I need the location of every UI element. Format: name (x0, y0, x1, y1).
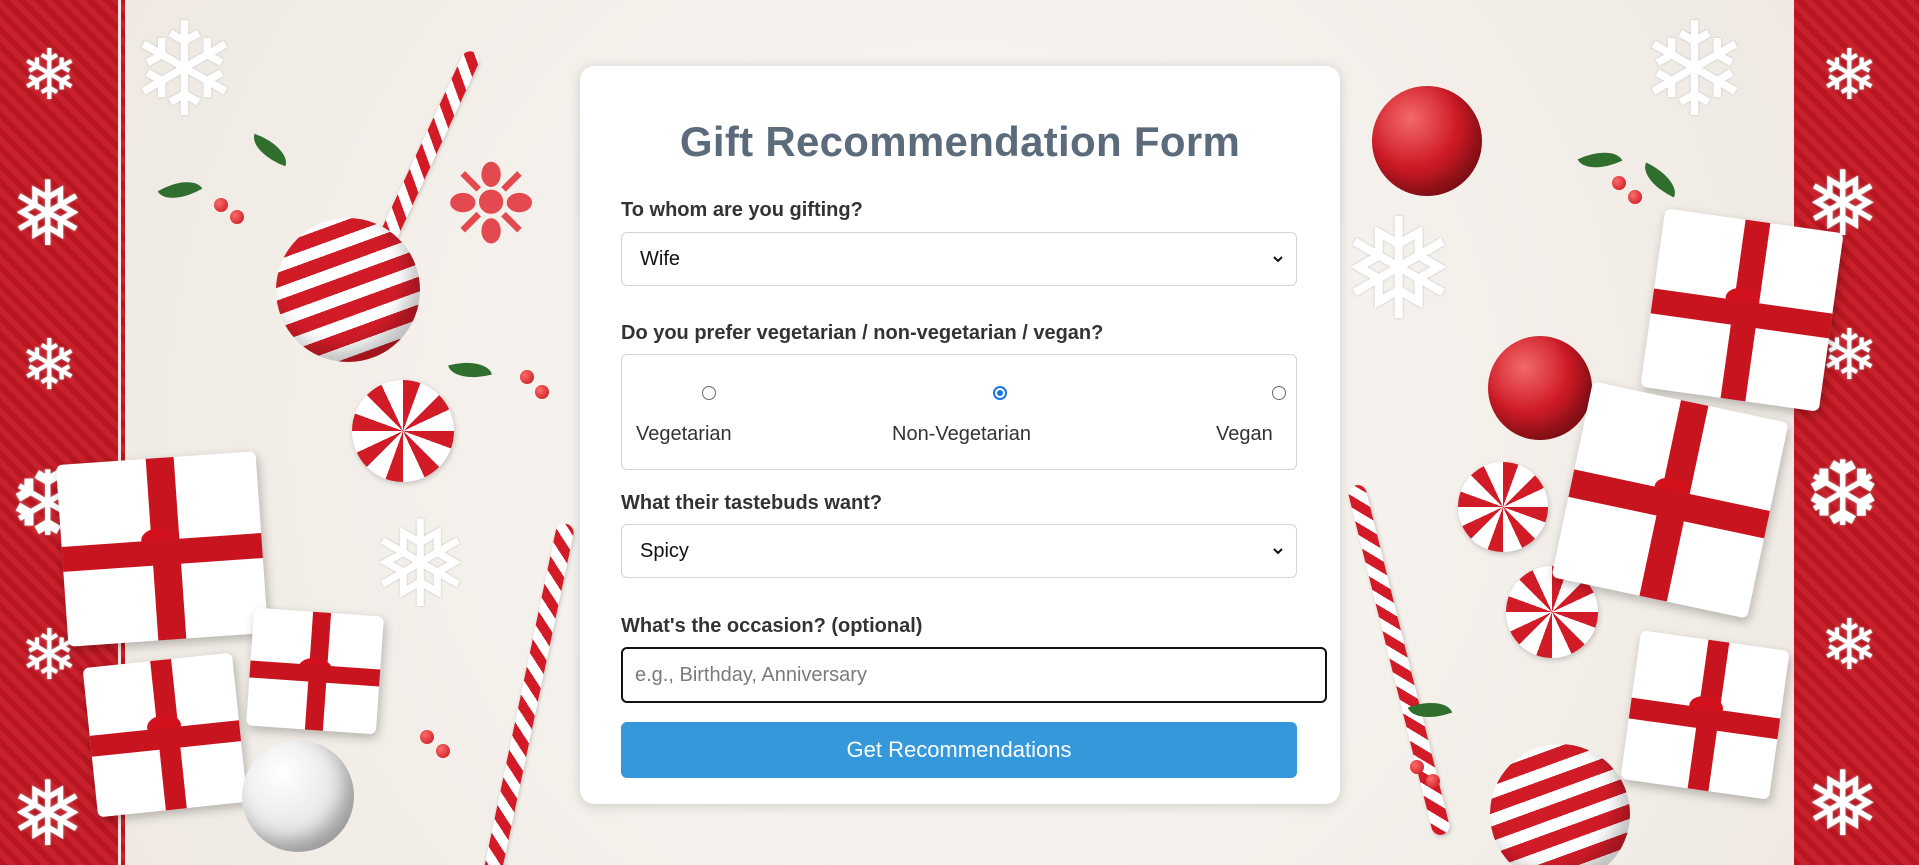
bow (140, 527, 177, 552)
berry (1410, 760, 1424, 774)
red-ornament (1488, 336, 1592, 440)
occasion-input[interactable] (621, 647, 1327, 703)
chevron-down-icon (1273, 256, 1283, 263)
bow (1724, 285, 1761, 313)
snowflake-icon: ❅ (10, 165, 86, 265)
bow (1687, 693, 1725, 721)
peppermint-candy (1458, 462, 1548, 552)
gift-box (1620, 630, 1790, 800)
snowflake-icon: ❅ (10, 765, 86, 865)
form-title: Gift Recommendation Form (679, 118, 1241, 165)
chevron-down-icon (1273, 548, 1283, 555)
snowflake-icon: ❅ (370, 498, 471, 632)
gift-form-card: Gift Recommendation Form To whom are you… (580, 66, 1340, 804)
background-border-right (1794, 0, 1919, 865)
vegetarian-radio[interactable] (702, 386, 716, 400)
berry (214, 198, 228, 212)
vegan-label: Vegan (1216, 423, 1273, 445)
radio-option-vegan[interactable]: Vegan (1182, 355, 1292, 469)
snowflake-icon: ❄ (1820, 36, 1879, 114)
white-ornament (242, 740, 354, 852)
snowflake-icon: ❆ (1805, 445, 1881, 545)
vegetarian-label: Vegetarian (636, 423, 732, 445)
snowflake-icon: ❅ (1340, 191, 1458, 348)
red-ornament (1372, 86, 1482, 196)
gift-box (1551, 381, 1789, 619)
border-stripe (1790, 0, 1793, 865)
bow (1652, 474, 1691, 504)
occasion-label: What's the occasion? (optional) (621, 615, 923, 637)
peppermint-candy (352, 380, 454, 482)
snowflake-icon: ❄ (1640, 0, 1749, 143)
snowflake-icon: ❄ (1820, 606, 1879, 684)
snowflake-icon: ❅ (1805, 755, 1881, 855)
gift-box (1640, 208, 1844, 412)
gift-box (246, 607, 384, 735)
berry (436, 744, 450, 758)
gift-box (82, 652, 248, 818)
non-vegetarian-radio[interactable] (993, 386, 1007, 400)
recipient-select[interactable]: Wife (621, 232, 1297, 286)
taste-select[interactable]: Spicy (621, 524, 1297, 578)
snowflake-icon: ❄ (130, 0, 239, 143)
snowflake-icon: ❄ (20, 36, 79, 114)
radio-option-non-vegetarian[interactable]: Non-Vegetarian (892, 355, 1072, 469)
striped-ornament (276, 218, 420, 362)
berry (520, 370, 534, 384)
diet-label: Do you prefer vegetarian / non-vegetaria… (621, 322, 1104, 344)
berry (420, 730, 434, 744)
snowflake-icon: ❄ (20, 326, 79, 404)
non-vegetarian-label: Non-Vegetarian (892, 423, 1031, 445)
berry (1612, 176, 1626, 190)
berry (1628, 190, 1642, 204)
get-recommendations-button[interactable]: Get Recommendations (621, 722, 1297, 778)
radio-option-vegetarian[interactable]: Vegetarian (622, 355, 752, 469)
berry (535, 385, 549, 399)
bow (297, 656, 333, 682)
gift-box (55, 451, 269, 647)
taste-label: What their tastebuds want? (621, 492, 883, 514)
taste-select-value: Spicy (640, 539, 689, 562)
vegan-radio[interactable] (1272, 386, 1286, 400)
diet-radio-group: Vegetarian Non-Vegetarian Vegan (621, 354, 1297, 470)
berry (1426, 774, 1440, 788)
recipient-label: To whom are you gifting? (621, 199, 863, 221)
snowflake-icon: ❉ (445, 143, 538, 266)
berry (230, 210, 244, 224)
bow (146, 713, 183, 739)
recipient-select-value: Wife (640, 247, 680, 270)
